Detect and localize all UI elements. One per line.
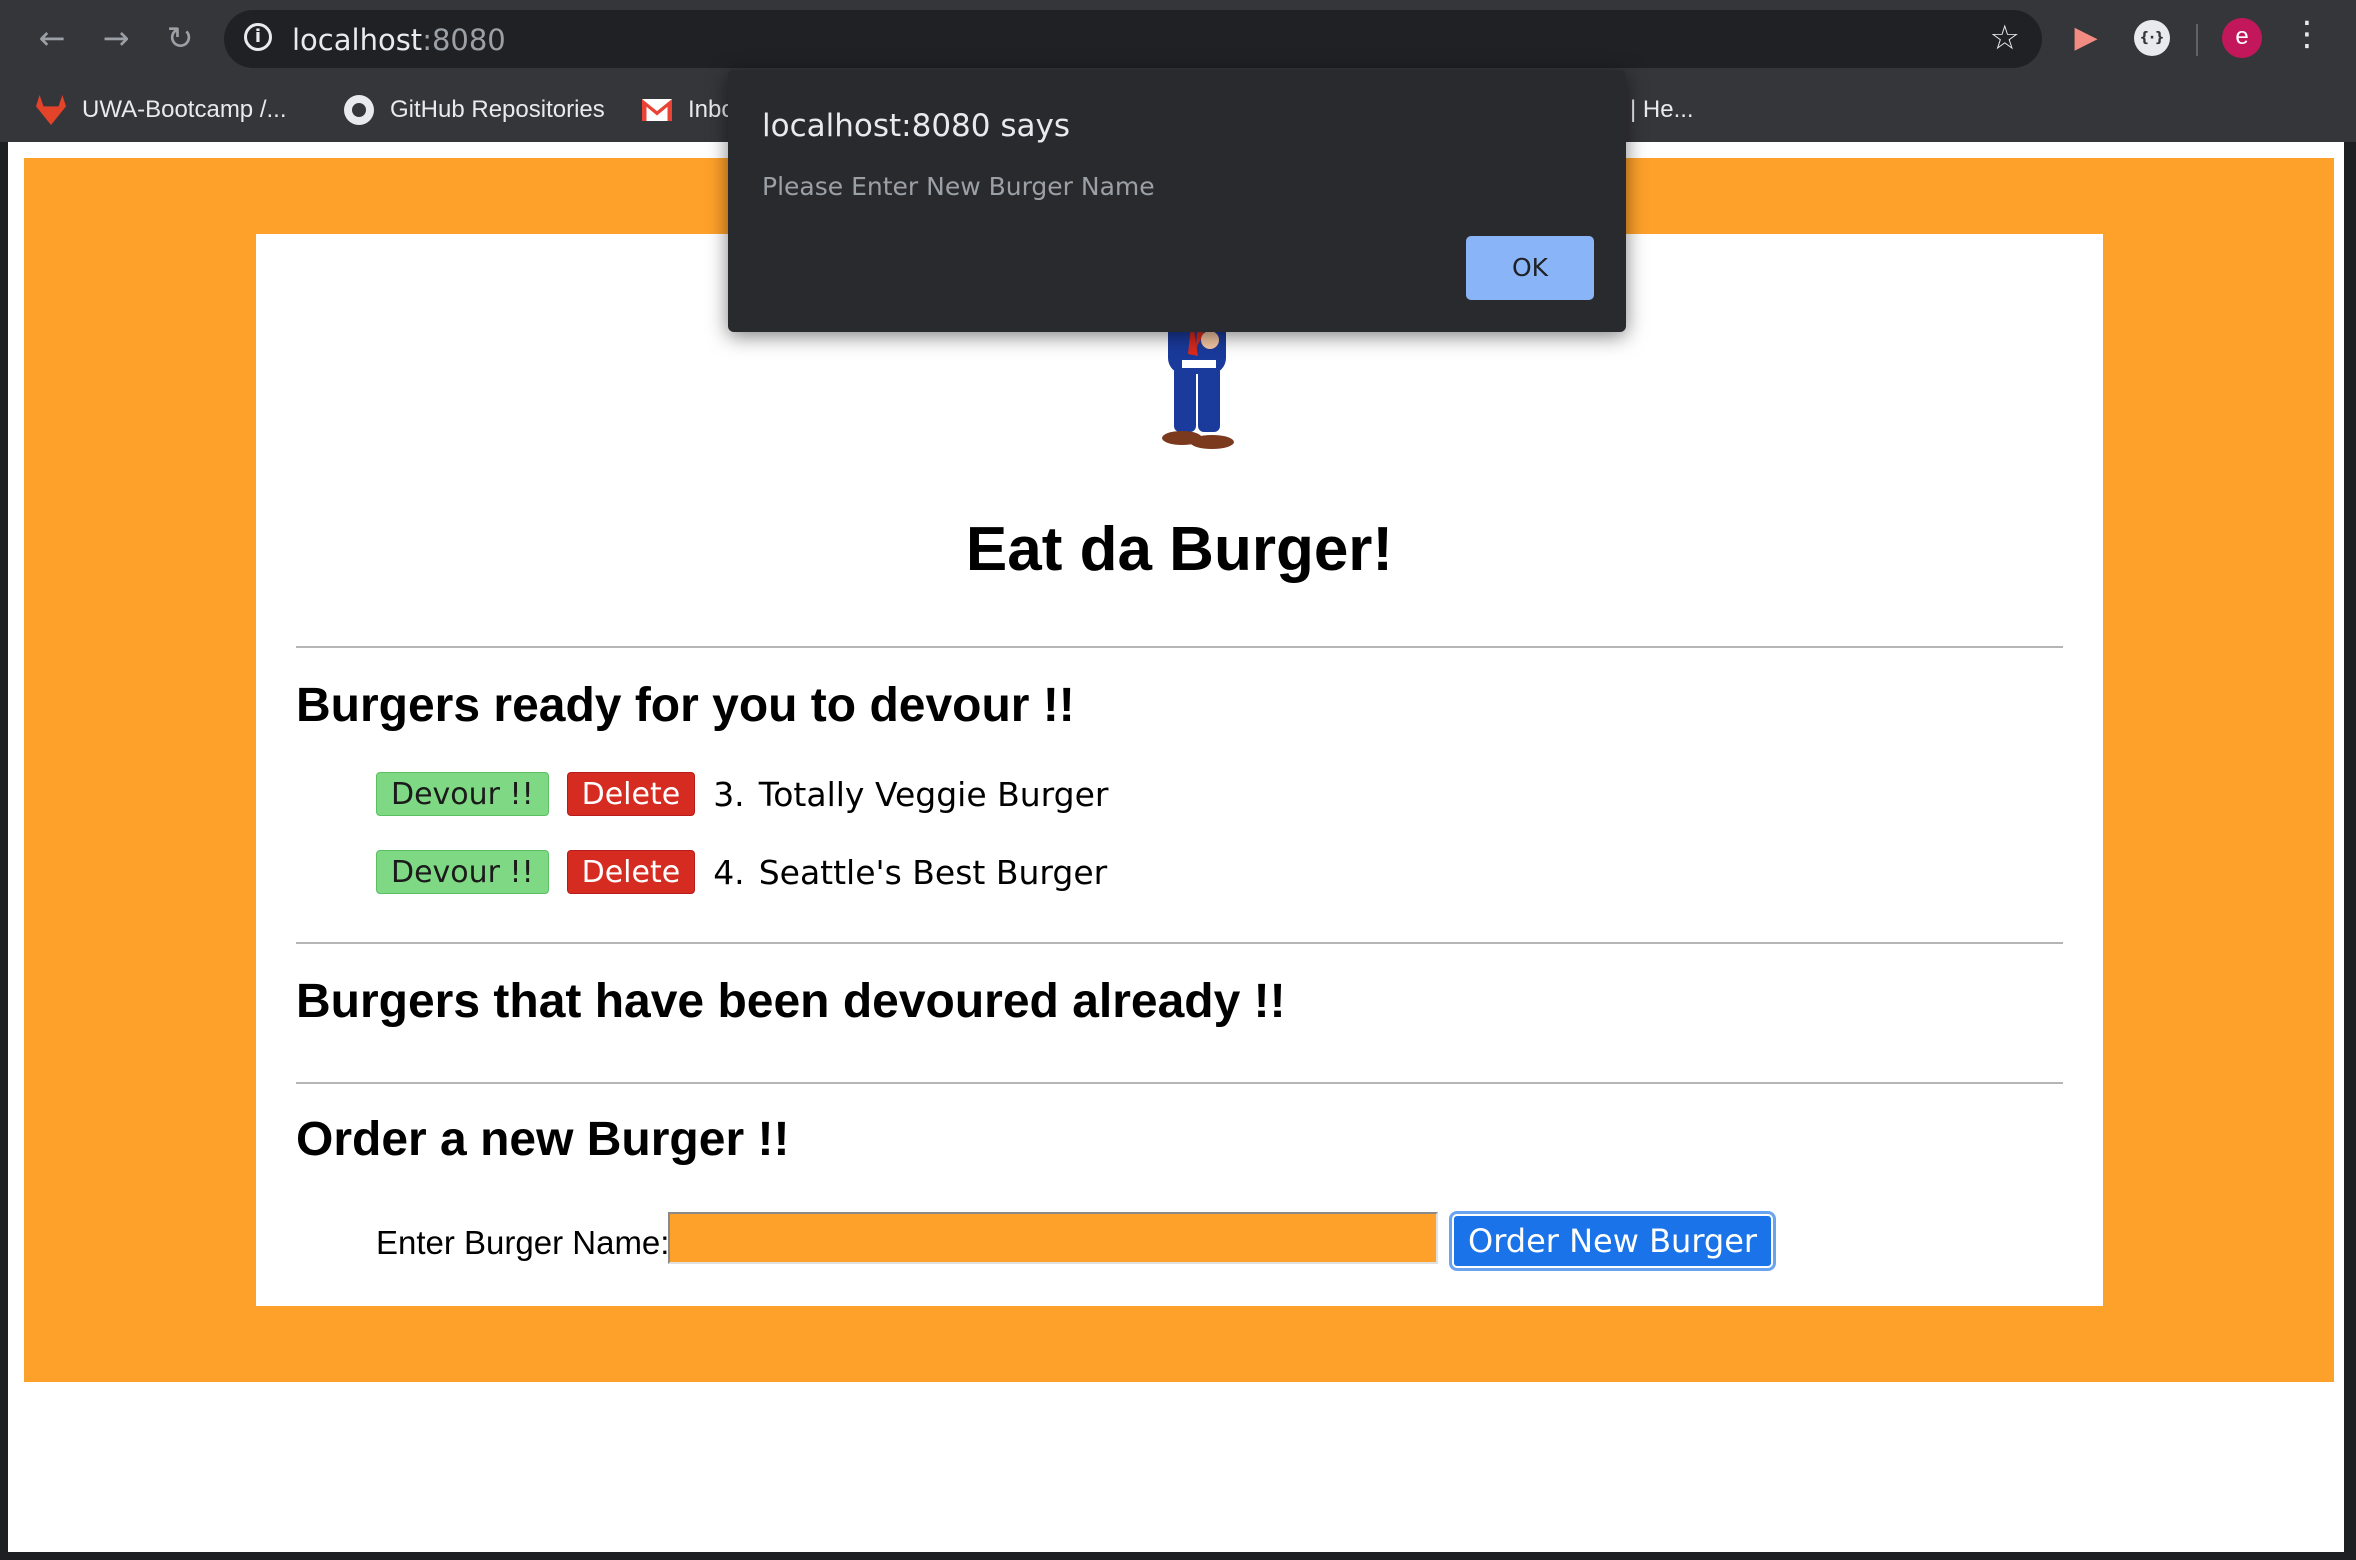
ready-heading: Burgers ready for you to devour !! (296, 679, 1075, 732)
forward-icon[interactable]: → (94, 16, 138, 60)
star-icon[interactable]: ☆ (1990, 18, 2020, 58)
delete-button[interactable]: Delete (566, 772, 696, 816)
bookmark-he[interactable]: | He... (1630, 90, 1694, 130)
gmail-icon (642, 99, 672, 121)
order-new-burger-button[interactable]: Order New Burger (1452, 1214, 1774, 1268)
toolbar-divider (2196, 24, 2198, 56)
burger-name-input[interactable] (668, 1212, 1438, 1264)
address-url[interactable]: localhost:8080 (292, 23, 506, 57)
divider (296, 1082, 2063, 1084)
page-title: Eat da Burger! (965, 515, 1394, 584)
content-card: Eat da Burger! Burgers ready for you to … (256, 234, 2103, 1306)
menu-icon[interactable]: ⋮ (2290, 14, 2324, 54)
burger-name-label: Enter Burger Name: (376, 1224, 670, 1261)
burger-number: 3. (713, 774, 745, 814)
burger-label: Totally Veggie Burger (758, 774, 1109, 814)
reload-icon[interactable]: ↻ (158, 16, 202, 60)
browser-toolbar: ← → ↻ i localhost:8080 ☆ ▶ {·} e ⋮ (0, 0, 2356, 80)
bookmark-label: GitHub Repositories (390, 96, 605, 123)
divider (296, 942, 2063, 944)
page-viewport: Eat da Burger! Burgers ready for you to … (8, 142, 2344, 1552)
profile-avatar[interactable]: e (2222, 18, 2262, 58)
divider (296, 646, 2063, 648)
burger-number: 4. (713, 852, 745, 892)
bookmark-label: UWA-Bootcamp /... (82, 96, 287, 123)
ok-button[interactable]: OK (1466, 236, 1594, 300)
bookmark-github-repositories[interactable]: GitHub Repositories (344, 90, 605, 130)
bookmark-label: | He... (1630, 96, 1694, 123)
devour-button[interactable]: Devour !! (376, 772, 549, 816)
devoured-heading: Burgers that have been devoured already … (296, 975, 1286, 1028)
order-heading: Order a new Burger !! (296, 1113, 790, 1166)
page-background: Eat da Burger! Burgers ready for you to … (24, 158, 2334, 1382)
address-port: :8080 (422, 23, 506, 57)
list-item: Devour !! Delete 3. Totally Veggie Burger (376, 772, 1108, 816)
burger-name: 3. Totally Veggie Burger (713, 775, 1108, 814)
back-icon[interactable]: ← (30, 16, 74, 60)
burger-label: Seattle's Best Burger (758, 852, 1108, 892)
list-item: Devour !! Delete 4. Seattle's Best Burger (376, 850, 1107, 894)
github-icon (344, 95, 374, 125)
address-bar[interactable]: i localhost:8080 ☆ (224, 10, 2042, 68)
dialog-title: localhost:8080 says (762, 108, 1070, 144)
info-icon[interactable]: i (244, 23, 272, 51)
devour-button[interactable]: Devour !! (376, 850, 549, 894)
gitlab-icon (36, 95, 66, 125)
bookmark-inbox[interactable]: Inbo (642, 90, 735, 130)
extension-icon[interactable]: ▶ (2068, 20, 2104, 56)
dialog-message: Please Enter New Burger Name (762, 172, 1155, 201)
address-host: localhost (292, 23, 423, 57)
bookmark-uwa-bootcamp[interactable]: UWA-Bootcamp /... (36, 90, 287, 130)
alert-dialog: localhost:8080 says Please Enter New Bur… (728, 70, 1626, 332)
delete-button[interactable]: Delete (566, 850, 696, 894)
extension-icon[interactable]: {·} (2134, 20, 2170, 56)
burger-name: 4. Seattle's Best Burger (713, 853, 1107, 892)
